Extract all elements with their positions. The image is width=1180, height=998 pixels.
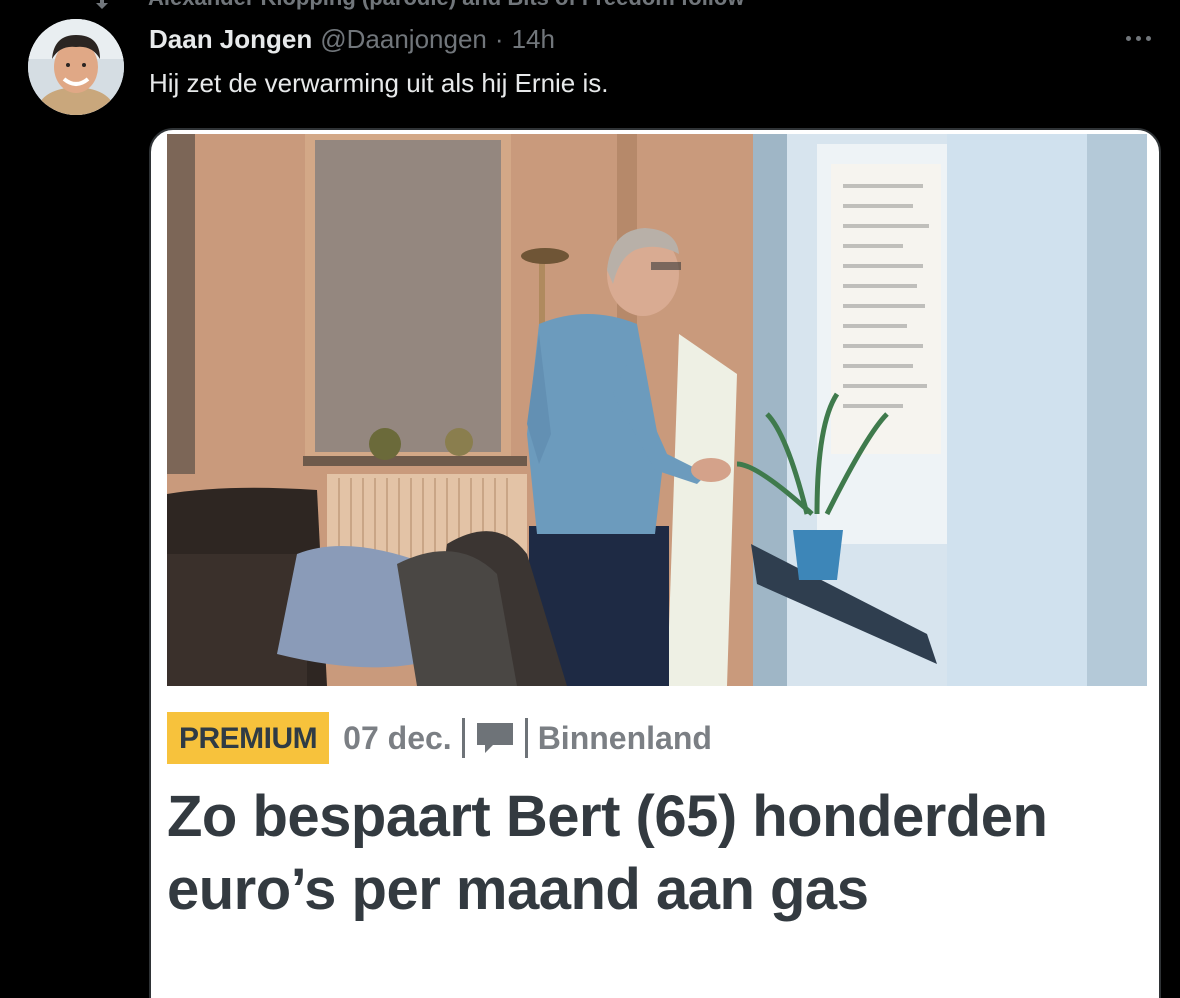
tweet-page: Alexander Klöpping (parodie) and Bits of…: [0, 0, 1180, 998]
article-date: 07 dec.: [343, 719, 452, 756]
header-separator: ·: [494, 24, 504, 54]
article-photo-illustration: [167, 134, 1147, 686]
comment-icon: [476, 723, 513, 753]
user-handle[interactable]: @Daanjongen: [320, 24, 487, 55]
headline-line: Zo bespaart Bert (65) honderden: [167, 784, 1048, 849]
premium-badge: PREMIUM: [167, 712, 330, 764]
meta-divider: [524, 718, 528, 758]
more-options-button[interactable]: [1118, 26, 1158, 50]
media-card[interactable]: PREMIUM 07 dec. Binnenland Zo bespaart B…: [149, 128, 1161, 998]
retweet-icon: [96, 0, 108, 9]
article-category: Binnenland: [537, 719, 712, 756]
article-headline: Zo bespaart Bert (65) honderden euro’s p…: [167, 780, 1147, 926]
social-context[interactable]: Alexander Klöpping (parodie) and Bits of…: [96, 0, 744, 10]
tweet-header: Daan Jongen @Daanjongen · 14h: [149, 24, 555, 56]
headline-line: euro’s per maand aan gas: [167, 857, 869, 922]
article-meta: PREMIUM 07 dec. Binnenland: [167, 712, 712, 764]
avatar[interactable]: [28, 19, 124, 115]
meta-divider: [461, 718, 465, 758]
social-context-text: Alexander Klöpping (parodie) and Bits of…: [148, 0, 744, 11]
tweet-text: Hij zet de verwarming uit als hij Ernie …: [149, 68, 609, 98]
display-name[interactable]: Daan Jongen: [149, 24, 312, 55]
more-dots-icon: [1125, 35, 1151, 41]
article-photo[interactable]: [167, 134, 1147, 686]
timestamp[interactable]: 14h: [512, 24, 555, 55]
avatar-image: [28, 19, 124, 115]
